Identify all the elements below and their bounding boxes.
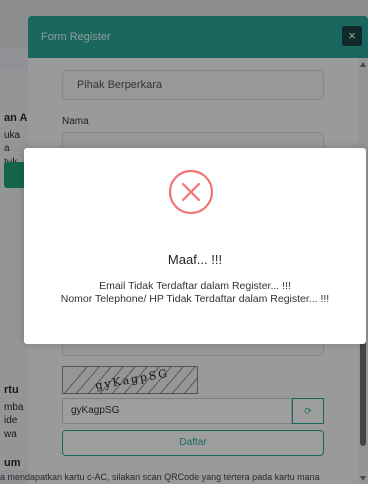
alert-message-line: Email Tidak Terdaftar dalam Register... … (99, 280, 291, 292)
error-alert-dialog: Maaf... !!! Email Tidak Terdaftar dalam … (24, 148, 366, 344)
alert-title: Maaf... !!! (167, 252, 223, 267)
error-x-icon (168, 169, 214, 215)
alert-message: Email Tidak Terdaftar dalam Register... … (32, 280, 358, 306)
alert-message-line: Nomor Telephone/ HP Tidak Terdaftar dala… (60, 293, 330, 305)
